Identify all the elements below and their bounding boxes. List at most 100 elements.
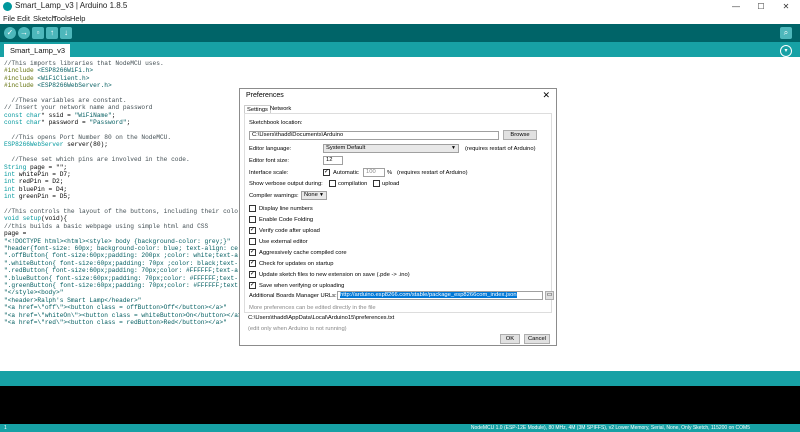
code-line: //This imports libraries that NodeMCU us… [4,60,164,67]
editor-language-value: System Default [326,145,366,151]
code-line: #include <WiFiClient.h> [4,75,89,82]
code-token: ".greenButton{ font-size:60px;padding: 7… [4,282,238,289]
board-info: NodeMCU 1.0 (ESP-12E Module), 80 MHz, 4M… [470,425,750,431]
ok-button[interactable]: OK [500,334,520,344]
code-token: (void){ [41,215,68,223]
code-line: int redPin = D2; [4,178,63,185]
option-checkbox[interactable]: ✓ [249,227,256,234]
code-token: <ESP8266WebServer.h> [37,82,112,90]
editor-language-select[interactable]: System Default ▼ [323,144,459,153]
sketchbook-label: Sketchbook location: [249,120,303,126]
code-line: //This controls the layout of the button… [4,208,238,215]
menu-help[interactable]: Help [70,14,85,23]
compilation-checkbox[interactable] [329,180,336,187]
scale-unit: % [387,170,393,176]
code-line: int bluePin = D4; [4,186,67,193]
code-token: //These variables are constant. [4,97,127,104]
code-token: //These set which pins are involved in t… [4,156,190,164]
code-line: //this builds a basic webpage using simp… [4,223,208,230]
option-checkbox[interactable] [249,205,256,212]
code-token: whitePin = D7; [15,171,71,178]
code-token: * ssid = [41,111,75,119]
code-line: ".blueButton{ font-size:60px;padding: 70… [4,275,238,282]
dialog-close-icon[interactable]: ✕ [542,90,550,101]
tab-network[interactable]: Network [268,105,293,113]
code-line: //These set which pins are involved in t… [4,156,190,164]
browse-button[interactable]: Browse [503,130,537,140]
sketchbook-path-field[interactable]: C:\Users\thadd\Documents\Arduino [249,131,499,140]
option-checkbox[interactable]: ✓ [249,282,256,289]
code-line: #include <ESP8266WiFi.h> [4,67,93,74]
option-label: Verify code after upload [259,228,320,234]
verbose-label: Show verbose output during: [249,181,323,187]
font-size-field[interactable]: 12 [323,156,343,165]
open-icon[interactable]: ↑ [46,27,58,39]
code-token: <ESP8266WiFi.h> [37,67,94,75]
code-token: void [4,215,19,223]
code-line: "<a href=\"off\"><button class = offButt… [4,304,227,311]
arduino-logo-icon [3,2,12,11]
code-token: "</style><body>" [4,289,64,297]
code-line: //This opens Port Number 80 on the NodeM… [4,134,171,141]
cancel-button[interactable]: Cancel [524,334,550,344]
option-checkbox[interactable]: ✓ [249,260,256,267]
code-token: #include [4,67,38,75]
verify-icon[interactable]: ✓ [4,27,16,39]
upload-label: upload [382,181,400,187]
option-checkbox[interactable] [249,216,256,223]
code-token: "<a href=\"whiteOn\"><button class = whi… [4,311,246,319]
chevron-down-icon: ▼ [451,145,456,151]
code-token: server(80); [63,141,108,149]
code-token: //This imports libraries that NodeMCU us… [4,60,164,67]
option-checkbox[interactable] [249,238,256,245]
code-token: // Insert your network name and password [4,104,153,112]
tab-menu-icon[interactable]: ▾ [780,45,792,57]
close-window-button[interactable]: ✕ [774,0,798,13]
menu-bar: File Edit Sketch Tools Help [0,13,800,24]
code-token: int [4,171,16,178]
code-line: "<a href=\"red\"><button class = redButt… [4,319,227,326]
code-token: ; [126,119,131,127]
code-line: "<header>Ralph's Smart Lamp</header>" [4,297,141,304]
title-bar: Smart_Lamp_v3 | Arduino 1.8.5 — ☐ ✕ [0,0,800,13]
code-token: const char [4,111,42,119]
compiler-warnings-select[interactable]: None ▼ [301,191,327,200]
boards-url-field[interactable]: http://arduino.esp8266.com/stable/packag… [337,291,543,300]
code-line: ".offButton{ font-size:60px;padding: 200… [4,252,238,259]
menu-tools[interactable]: Tools [53,14,71,23]
code-line: const char* ssid = "WiFiName"; [4,112,115,119]
automatic-scale-checkbox[interactable]: ✓ [323,169,330,176]
new-file-icon[interactable]: ▫ [32,27,44,39]
option-label: Save when verifying or uploading [259,283,345,289]
boards-url-edit-icon[interactable]: ▭ [545,291,554,300]
upload-checkbox[interactable] [373,180,380,187]
menu-file[interactable]: File [3,14,15,23]
code-token: page = ""; [26,163,68,171]
code-token: "<a href=\"red\"><button class = redButt… [4,319,227,326]
console-output [0,386,800,424]
code-token: "WiFiName" [74,111,112,119]
minimize-button[interactable]: — [724,0,748,13]
serial-monitor-icon[interactable]: ⌕ [780,27,792,39]
code-token: * password = [41,119,90,127]
code-token: greenPin = D5; [15,193,71,201]
menu-edit[interactable]: Edit [17,14,30,23]
code-line: ".greenButton{ font-size:60px;padding: 7… [4,282,238,289]
tab-sketch[interactable]: Smart_Lamp_v3 [4,44,70,57]
code-token: int [4,185,16,193]
option-checkbox[interactable]: ✓ [249,271,256,278]
upload-icon[interactable]: → [18,27,30,39]
code-token: "header{font-size: 60px; background-colo… [4,245,238,252]
code-token: ESP8266WebServer [4,141,64,149]
code-token: page = [4,230,30,238]
maximize-button[interactable]: ☐ [749,0,773,13]
option-label: Check for updates on startup [259,261,334,267]
option-checkbox[interactable]: ✓ [249,249,256,256]
settings-panel: Sketchbook location: C:\Users\thadd\Docu… [244,113,554,313]
code-line: String page = ""; [4,164,67,171]
save-icon[interactable]: ↓ [60,27,72,39]
code-token: int [4,178,16,186]
dialog-title: Preferences [246,92,284,99]
toolbar: ✓ → ▫ ↑ ↓ ⌕ [0,24,800,42]
scale-value-field[interactable]: 100 [363,168,385,177]
